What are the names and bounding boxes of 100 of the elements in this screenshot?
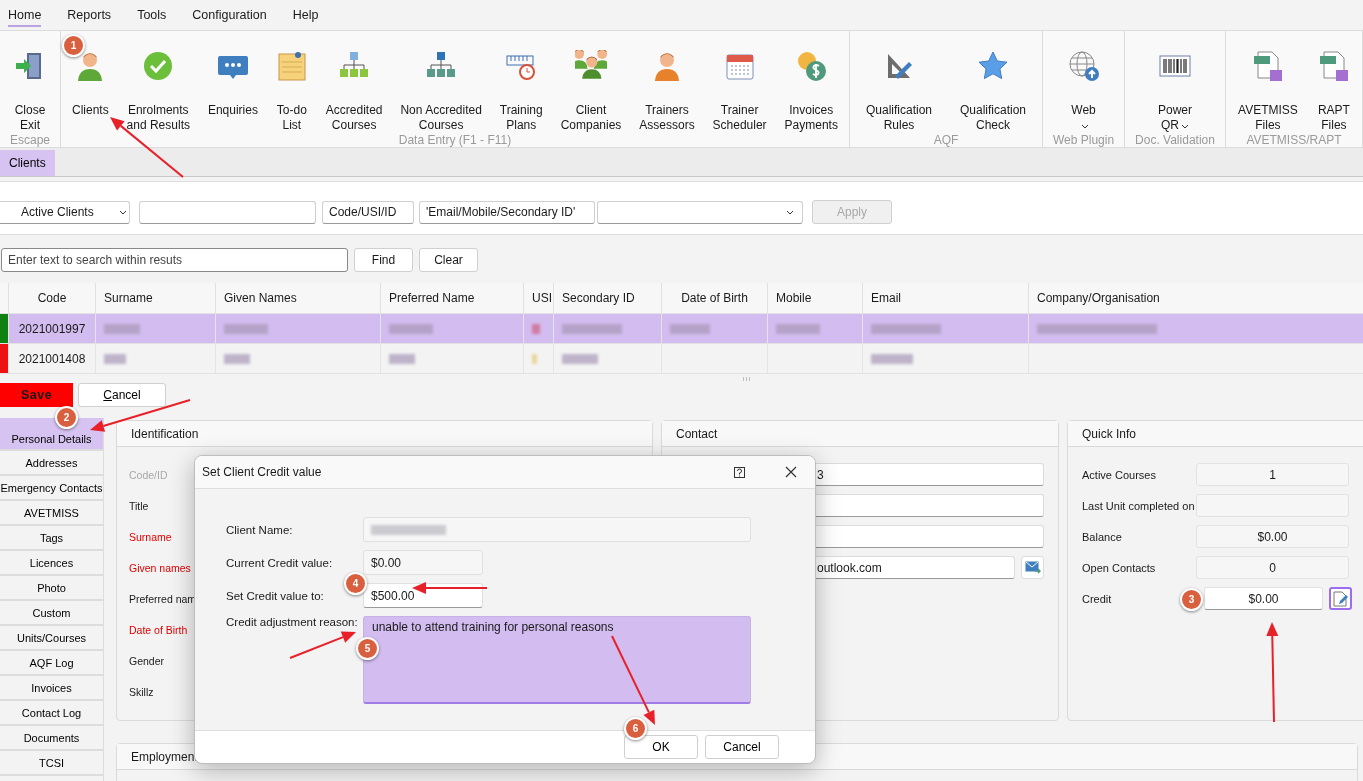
globe-icon bbox=[1067, 50, 1100, 82]
column-header[interactable]: Given Names bbox=[215, 283, 380, 313]
chevron-down-icon bbox=[119, 209, 127, 215]
column-header[interactable]: Code bbox=[8, 283, 95, 313]
ribbon-button[interactable]: Client Companies bbox=[558, 31, 624, 133]
panel-title: Quick Info bbox=[1068, 421, 1363, 447]
group-title: Web Plugin bbox=[1051, 133, 1116, 147]
table-cell: 2021001997 bbox=[8, 314, 95, 343]
group-title: Data Entry (F1 - F11) bbox=[397, 133, 513, 147]
clear-button[interactable]: Clear bbox=[419, 248, 478, 272]
envelope-icon bbox=[1024, 561, 1041, 574]
ribbon-button[interactable]: Qualification Check bbox=[957, 31, 1028, 133]
redacted-block bbox=[532, 353, 537, 364]
coins-icon bbox=[795, 50, 828, 82]
redacted-block bbox=[562, 353, 598, 364]
checkmark-icon bbox=[142, 50, 175, 82]
field-label: Open Contacts bbox=[1082, 561, 1156, 574]
edit-document-icon bbox=[1333, 590, 1348, 607]
redacted-block bbox=[104, 353, 126, 364]
edit-button[interactable] bbox=[1329, 587, 1352, 610]
field-label: Current Credit value: bbox=[226, 555, 333, 571]
column-header[interactable]: Date of Birth bbox=[661, 283, 767, 313]
panel-title: Identification bbox=[117, 421, 652, 447]
column-header[interactable]: Company/Organisation bbox=[1028, 283, 1363, 313]
ribbon-button[interactable]: Accredited Courses bbox=[323, 31, 385, 133]
column-header[interactable]: USI bbox=[523, 283, 553, 313]
redacted-block bbox=[871, 353, 913, 364]
search-input[interactable]: Enter text to search within resuts bbox=[1, 248, 348, 272]
close-icon[interactable] bbox=[785, 466, 797, 478]
field-label: Active Courses bbox=[1082, 468, 1156, 481]
field-label: Surname bbox=[129, 529, 172, 545]
table-cell: 2021001408 bbox=[8, 344, 95, 373]
chevron-down-icon bbox=[786, 209, 794, 215]
table-row[interactable]: 2021001997 bbox=[0, 314, 1363, 344]
field-label: Code/ID bbox=[129, 467, 168, 483]
txt-file-icon bbox=[1251, 50, 1284, 82]
cancel-button[interactable]: Cancel bbox=[78, 383, 166, 407]
field-label: Credit bbox=[1082, 592, 1112, 605]
ribbon-button[interactable]: To-do List bbox=[273, 31, 310, 133]
document-tab[interactable]: Clients bbox=[0, 150, 55, 176]
email-field[interactable]: 'Email/Mobile/Secondary ID' bbox=[419, 200, 595, 224]
ribbon-button[interactable]: Invoices Payments bbox=[782, 31, 840, 133]
splitter-grip-icon bbox=[741, 376, 752, 381]
menu-item[interactable]: Home bbox=[8, 3, 42, 27]
panel-title: Contact bbox=[662, 421, 1058, 447]
people-icon bbox=[575, 50, 607, 82]
star-icon bbox=[977, 50, 1009, 82]
ribbon-button[interactable]: Training Plans bbox=[497, 31, 545, 133]
column-header[interactable]: Email bbox=[862, 283, 1028, 313]
value-field: $0.00 bbox=[1196, 525, 1349, 548]
credit-input-field[interactable]: $500.00 bbox=[363, 583, 483, 608]
redacted-block bbox=[389, 353, 415, 364]
field-label: Gender bbox=[129, 653, 165, 669]
value-field[interactable]: $0.00 bbox=[1204, 587, 1323, 610]
ribbon-button[interactable]: Enquiries bbox=[205, 31, 260, 118]
note-icon bbox=[275, 50, 308, 82]
ribbon-button[interactable]: Web bbox=[1065, 31, 1102, 133]
ribbon-button[interactable]: Power QR bbox=[1156, 31, 1194, 133]
column-header[interactable]: Secondary ID bbox=[553, 283, 661, 313]
help-icon[interactable] bbox=[734, 466, 745, 478]
column-header[interactable]: Mobile bbox=[767, 283, 862, 313]
redacted-block bbox=[670, 323, 710, 334]
menu-item[interactable]: Tools bbox=[137, 3, 167, 27]
menu-item[interactable]: Reports bbox=[67, 3, 112, 27]
cancel-button[interactable]: Cancel bbox=[705, 735, 779, 759]
ok-button[interactable]: OK bbox=[624, 735, 698, 759]
status-dropdown[interactable]: Active Clients bbox=[0, 200, 130, 224]
group-title: AQF bbox=[932, 133, 960, 147]
field-label: Credit adjustment reason: bbox=[226, 616, 358, 630]
menu-item[interactable]: Configuration bbox=[192, 3, 267, 27]
send-email-button[interactable] bbox=[1021, 556, 1044, 579]
value-field: 0 bbox=[1196, 556, 1349, 579]
menu-item[interactable]: Help bbox=[292, 3, 319, 27]
field-label: Set Credit value to: bbox=[226, 588, 324, 604]
ribbon-button[interactable]: Trainers Assessors bbox=[637, 31, 697, 133]
redacted-block bbox=[532, 323, 540, 334]
ribbon-button[interactable]: Qualification Rules bbox=[863, 31, 934, 133]
search-field[interactable] bbox=[139, 200, 316, 224]
column-header[interactable]: Surname bbox=[95, 283, 215, 313]
field-label: Given names bbox=[129, 560, 191, 576]
chevron-down-icon bbox=[1181, 124, 1189, 129]
field-label: Balance bbox=[1082, 530, 1122, 543]
group-title: Doc. Validation bbox=[1134, 133, 1216, 147]
redacted-block bbox=[104, 323, 140, 334]
save-button[interactable]: Save bbox=[0, 383, 73, 407]
ribbon-button[interactable]: Non Accredited Courses bbox=[398, 31, 484, 133]
ribbon-button[interactable]: Enrolments and Results bbox=[124, 31, 192, 133]
find-button[interactable]: Find bbox=[354, 248, 413, 272]
table-row[interactable]: 2021001408 bbox=[0, 344, 1363, 374]
ribbon-button[interactable]: Close Exit bbox=[12, 31, 48, 133]
code-field[interactable]: Code/USI/ID bbox=[322, 200, 414, 224]
ribbon-button[interactable]: RAPT Files bbox=[1315, 31, 1352, 133]
ribbon-button[interactable]: Trainer Scheduler bbox=[710, 31, 769, 133]
column-header[interactable]: Preferred Name bbox=[380, 283, 523, 313]
redacted-block bbox=[562, 323, 622, 334]
field-dropdown[interactable] bbox=[597, 200, 803, 224]
ribbon-button[interactable]: AVETMISS Files bbox=[1236, 31, 1300, 133]
redacted-block bbox=[224, 353, 250, 364]
redacted-block bbox=[224, 323, 268, 334]
current-credit-field: $0.00 bbox=[363, 550, 483, 575]
